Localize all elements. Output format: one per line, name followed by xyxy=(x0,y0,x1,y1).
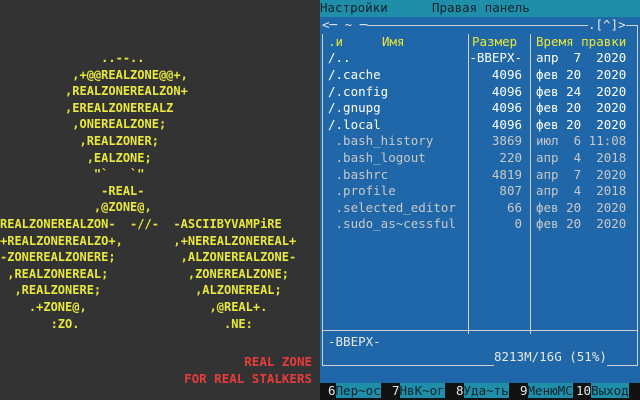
file-modified-time: фев 24 2020 xyxy=(536,83,627,99)
file-row[interactable]: .bashrc 4819 апр 7 2020 xyxy=(322,167,638,184)
file-name: .bash_logout xyxy=(328,150,426,165)
column-header-time[interactable]: Время правки xyxy=(536,34,626,51)
menu-settings[interactable]: Настройки xyxy=(320,0,388,17)
fkey-6[interactable]: 6Пер~ос xyxy=(328,383,381,400)
disk-usage: 8213M/16G (51%) xyxy=(494,349,607,366)
slogan-line-1: REAL ZONE xyxy=(244,354,312,369)
file-name: /.gnupg xyxy=(328,100,381,116)
file-name: .bash_history xyxy=(328,133,434,149)
column-header-name[interactable]: Имя xyxy=(382,34,405,51)
file-name: /.config xyxy=(328,83,389,99)
file-size: 4819 xyxy=(491,166,522,182)
file-size: 0 xyxy=(514,216,522,232)
file-modified-time: апр 4 2018 xyxy=(536,183,627,199)
file-modified-time: июл 6 11:08 xyxy=(536,133,627,149)
file-modified-time: фев 20 2020 xyxy=(536,67,627,82)
status-divider xyxy=(322,330,638,331)
file-row[interactable]: .selected_editor 66 фев 20 2020 xyxy=(322,200,638,217)
file-manager-panel[interactable]: Настройки Правая панель <─ ~ ─ .[^]> .и … xyxy=(320,0,640,383)
panel-title-bar: <─ ~ ─ .[^]> xyxy=(322,17,638,34)
file-row[interactable]: .sudo_as~cessful 0 фев 20 2020 xyxy=(322,216,638,233)
path-indicator[interactable]: <─ ~ ─ xyxy=(322,17,368,34)
status-line: -ВВЕРХ- xyxy=(328,334,381,349)
file-name: .sudo_as~cessful xyxy=(328,216,456,232)
history-buttons[interactable]: .[^]> xyxy=(588,17,626,34)
file-size: -ВВЕРХ- xyxy=(469,50,522,66)
file-size: 4096 xyxy=(491,116,522,132)
file-modified-time: фев 20 2020 xyxy=(536,216,627,232)
file-name: .profile xyxy=(328,183,396,199)
menu-bar: Настройки Правая панель xyxy=(320,0,640,17)
file-name: .selected_editor xyxy=(328,199,456,215)
directory-row[interactable]: /.cache 4096 фев 20 2020 xyxy=(322,67,638,84)
file-modified-time: фев 20 2020 xyxy=(536,116,627,132)
fkey-8[interactable]: 8Уда~ть xyxy=(456,383,509,400)
file-row[interactable]: .bash_history 3869 июл 6 11:08 xyxy=(322,133,638,150)
file-modified-time: апр 7 2020 xyxy=(536,166,627,182)
file-name: /.local xyxy=(328,116,381,132)
directory-row[interactable]: /.gnupg 4096 фев 20 2020 xyxy=(322,100,638,117)
slogan-line-2: FOR REAL STALKERS xyxy=(184,371,312,386)
file-row[interactable]: .profile 807 апр 4 2018 xyxy=(322,183,638,200)
file-row[interactable]: .bash_logout 220 апр 4 2018 xyxy=(322,150,638,167)
file-name: /.cache xyxy=(328,67,381,82)
menu-right-panel[interactable]: Правая панель xyxy=(432,0,530,17)
directory-row[interactable]: /.config 4096 фев 24 2020 xyxy=(322,84,638,101)
file-size: 3869 xyxy=(491,133,522,149)
file-size: 4096 xyxy=(491,100,522,116)
directory-row[interactable]: /.. -ВВЕРХ-апр 7 2020 xyxy=(322,50,638,67)
file-size: 220 xyxy=(499,150,522,165)
file-modified-time: фев 20 2020 xyxy=(536,100,627,116)
file-modified-time: апр 7 2020 xyxy=(536,50,627,66)
file-size: 66 xyxy=(506,199,522,215)
function-key-bar: 6Пер~ос 7НвК~ог 8Уда~ть 9МенюMC 10Выход xyxy=(320,383,640,400)
sort-indicator[interactable]: .и xyxy=(328,34,343,51)
file-size: 4096 xyxy=(491,67,522,82)
ascii-art: ..--.. ,+@@REALZONE@@+, ,REALZONEREALZON… xyxy=(0,51,297,331)
file-name: /.. xyxy=(328,50,351,66)
column-header-size[interactable]: Размер xyxy=(472,34,517,51)
directory-row[interactable]: /.local 4096 фев 20 2020 xyxy=(322,117,638,134)
file-size: 807 xyxy=(499,183,522,199)
directory-panel[interactable]: <─ ~ ─ .[^]> .и Имя Размер Время правки … xyxy=(322,17,638,366)
terminal-left-pane: ..--.. ,+@@REALZONE@@+, ,REALZONEREALZON… xyxy=(0,0,320,386)
file-modified-time: фев 20 2020 xyxy=(536,199,627,215)
file-size: 4096 xyxy=(491,83,522,99)
fkey-9[interactable]: 9МенюMC xyxy=(520,383,573,400)
file-name: .bashrc xyxy=(328,166,389,182)
fkey-7[interactable]: 7НвК~ог xyxy=(392,383,445,400)
file-modified-time: апр 4 2018 xyxy=(536,150,627,165)
fkey-10[interactable]: 10Выход xyxy=(576,383,629,400)
